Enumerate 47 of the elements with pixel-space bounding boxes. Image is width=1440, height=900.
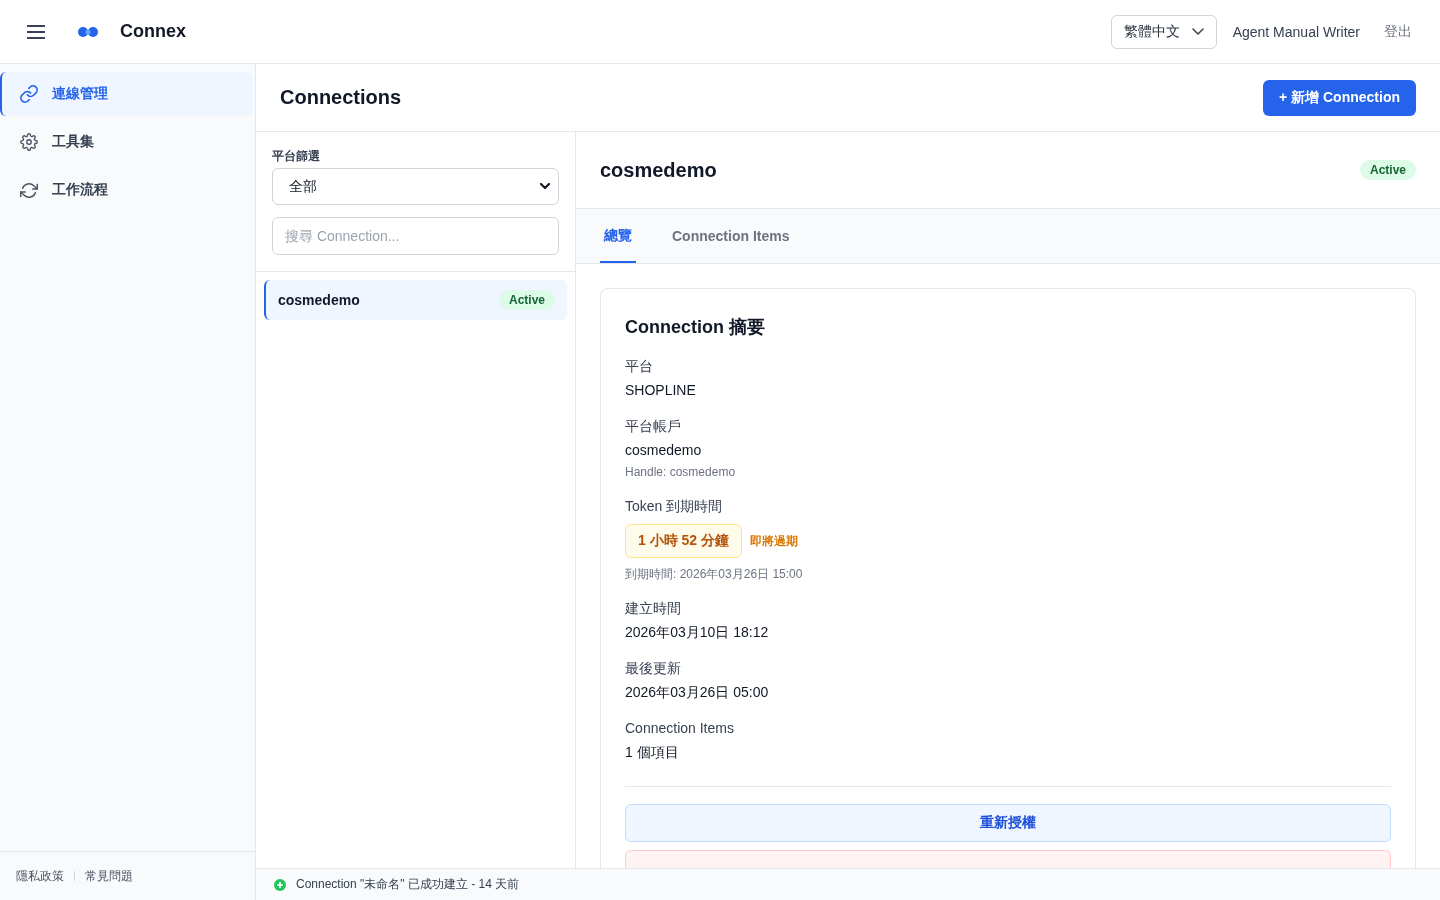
menu-icon[interactable] bbox=[27, 24, 45, 39]
field-label: 最後更新 bbox=[625, 659, 682, 678]
chevron-down-icon bbox=[540, 183, 550, 190]
reauthorize-button[interactable]: 重新授權 bbox=[625, 804, 1391, 842]
tab[interactable]: 總覽 bbox=[600, 209, 636, 263]
field-value: 2026年03月26日 05:00 bbox=[625, 683, 770, 702]
footer-link[interactable]: 隱私政策 bbox=[16, 867, 64, 885]
status-badge: Active bbox=[1359, 160, 1416, 180]
field-value: cosmedemo bbox=[625, 441, 703, 460]
field-value: 2026年03月10日 18:12 bbox=[625, 623, 770, 642]
sidebar-item[interactable]: 工具集 bbox=[0, 120, 253, 164]
refresh-icon bbox=[20, 181, 38, 199]
connection-item[interactable]: cosmedemo Active bbox=[264, 280, 567, 320]
card-title: Connection 摘要 bbox=[625, 316, 766, 339]
page-title: Connections bbox=[280, 86, 402, 109]
warning-text: 即將過期 bbox=[750, 532, 799, 550]
link-icon bbox=[20, 85, 38, 103]
logout-link[interactable]: 登出 bbox=[1384, 22, 1412, 41]
search-field[interactable]: 搜尋 Connection... bbox=[272, 217, 559, 255]
field-label: 建立時間 bbox=[625, 599, 682, 618]
field-label: 平台帳戶 bbox=[625, 417, 682, 436]
field-value: SHOPLINE bbox=[625, 381, 697, 400]
new-connection-button[interactable]: + 新增 Connection bbox=[1263, 79, 1416, 116]
platform-select[interactable]: 全部 bbox=[272, 168, 559, 205]
status-badge: Active bbox=[498, 290, 555, 310]
status-message: Connection "未命名" 已成功建立 - 14 天前 bbox=[296, 876, 520, 893]
user-name: Agent Manual Writer bbox=[1232, 23, 1360, 40]
filter-label: 平台篩選 bbox=[272, 148, 321, 164]
chevron-down-icon bbox=[1191, 28, 1204, 35]
field-label: Token 到期時間 bbox=[625, 497, 724, 516]
gear-icon bbox=[20, 133, 38, 151]
tab[interactable]: Connection Items bbox=[668, 209, 794, 263]
sidebar-item[interactable]: 工作流程 bbox=[0, 168, 253, 212]
plus-circle-icon bbox=[274, 878, 286, 891]
footer-link[interactable]: 常見問題 bbox=[85, 867, 133, 885]
field-note: 到期時間: 2026年03月26日 15:00 bbox=[625, 566, 804, 582]
field-label: Connection Items bbox=[625, 719, 735, 738]
field-note: Handle: cosmedemo bbox=[625, 464, 737, 480]
language-select[interactable]: 繁體中文 bbox=[1110, 14, 1217, 49]
field-value: 1 個項目 bbox=[625, 743, 680, 762]
connection-name: cosmedemo bbox=[278, 292, 360, 308]
app-name: Connex bbox=[120, 21, 186, 42]
countdown-badge: 1 小時 52 分鐘 bbox=[625, 524, 743, 558]
connection-title: cosmedemo bbox=[600, 158, 717, 182]
field-label: 平台 bbox=[625, 357, 654, 376]
sidebar-item[interactable]: 連線管理 bbox=[0, 72, 253, 116]
logo-icon bbox=[78, 26, 98, 37]
